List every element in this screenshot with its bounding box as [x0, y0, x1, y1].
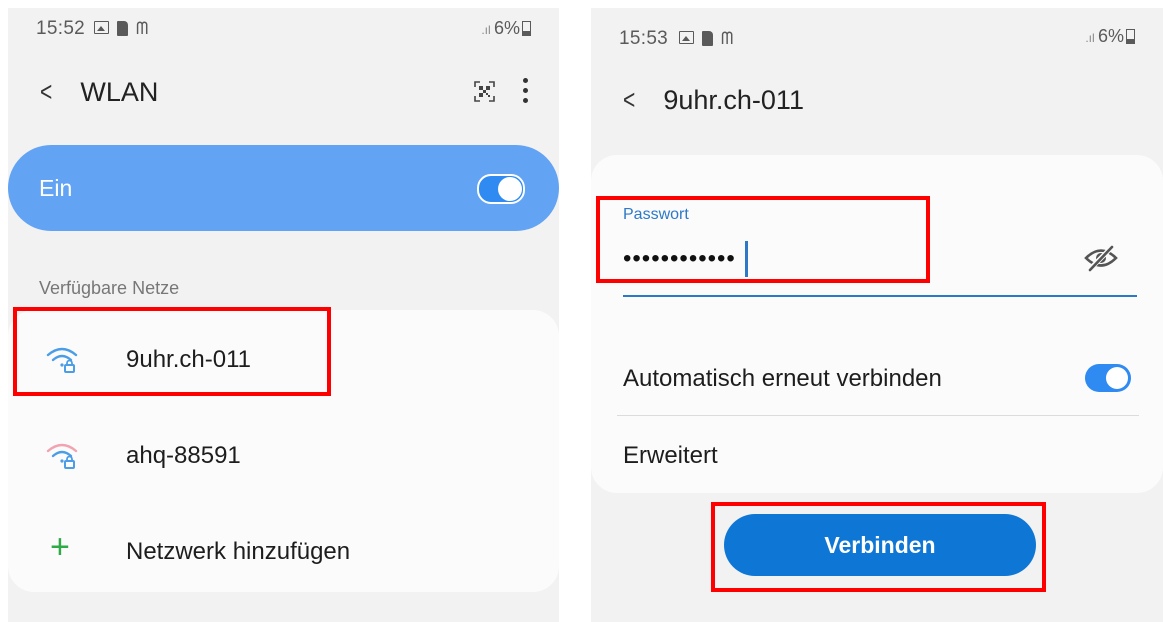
status-right: .ıl 6% — [481, 18, 531, 39]
auto-reconnect-toggle[interactable] — [1085, 364, 1131, 392]
auto-reconnect-label: Automatisch erneut verbinden — [623, 365, 942, 392]
network-item-ahq[interactable]: ahq-88591 — [8, 412, 559, 502]
gallery-notification-icon — [679, 31, 694, 44]
gallery-notification-icon — [94, 21, 109, 34]
signal-icon: .ıl — [1085, 31, 1098, 45]
app-bar: < 9uhr.ch-011 — [621, 84, 804, 116]
more-options-icon[interactable] — [523, 78, 529, 108]
status-bar: 15:52 ᗰ .ıl 6% — [36, 18, 531, 48]
status-right: .ıl 6% — [1085, 26, 1135, 47]
wifi-weak-locked-icon — [46, 443, 78, 469]
battery-icon — [1126, 29, 1135, 44]
page-title: 9uhr.ch-011 — [663, 84, 804, 115]
back-arrow-icon[interactable]: < — [40, 76, 52, 108]
plus-icon: + — [50, 528, 70, 566]
highlight-connect-box — [711, 502, 1046, 592]
highlight-network-box — [13, 307, 331, 396]
network-name: ahq-88591 — [126, 442, 241, 469]
available-networks-heading: Verfügbare Netze — [39, 278, 180, 298]
highlight-password-box — [596, 196, 930, 283]
qr-code-scan-icon[interactable] — [474, 81, 495, 102]
status-bar: 15:53 ᗰ .ıl 6% — [619, 18, 1135, 49]
status-time: 15:53 — [619, 28, 669, 49]
signal-icon: .ıl — [481, 23, 494, 37]
battery-level: 6% — [1097, 26, 1124, 46]
sd-card-icon — [702, 31, 713, 46]
mail-notification-icon: ᗰ — [721, 29, 734, 48]
wifi-master-toggle-card[interactable]: Ein — [8, 145, 559, 231]
hide-password-icon[interactable] — [1083, 243, 1119, 273]
app-bar: < WLAN — [38, 76, 158, 108]
wifi-toggle-switch[interactable] — [477, 174, 525, 204]
divider — [617, 415, 1139, 416]
add-network-item[interactable]: + Netzwerk hinzufügen — [8, 508, 559, 598]
page-title: WLAN — [80, 76, 159, 107]
status-time: 15:52 — [36, 18, 86, 39]
back-arrow-icon[interactable]: < — [623, 84, 635, 116]
add-network-label: Netzwerk hinzufügen — [126, 538, 351, 565]
sd-card-icon — [117, 21, 128, 36]
password-underline — [623, 295, 1137, 297]
advanced-options[interactable]: Erweitert — [623, 442, 718, 470]
battery-level: 6% — [493, 18, 520, 38]
wifi-toggle-label: Ein — [39, 175, 73, 201]
mail-notification-icon: ᗰ — [136, 19, 149, 38]
battery-icon — [522, 21, 531, 36]
